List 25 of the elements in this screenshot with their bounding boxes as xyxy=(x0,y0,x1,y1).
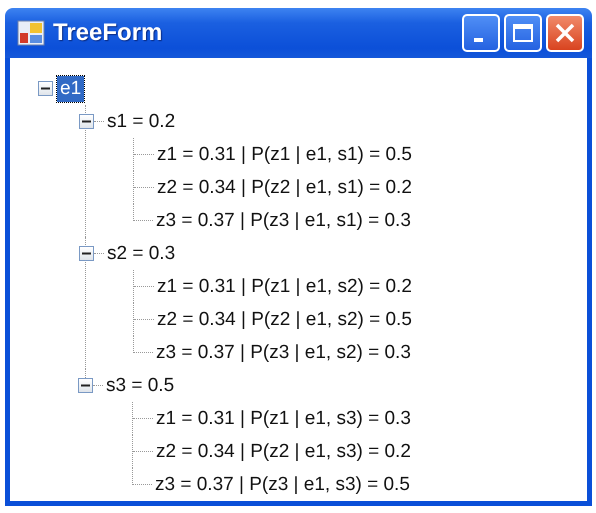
maximize-icon xyxy=(512,23,534,43)
tree-node[interactable]: e1 xyxy=(57,76,84,102)
tree-node[interactable]: s3 = 0.5 xyxy=(103,372,178,398)
close-icon xyxy=(554,22,576,44)
tree-node[interactable]: z1 = 0.31 | P(z1 | e1, s3) = 0.3 xyxy=(153,406,414,432)
maximize-button[interactable] xyxy=(504,14,542,52)
close-button[interactable] xyxy=(546,14,584,52)
tree-node[interactable]: z1 = 0.31 | P(z1 | e1, s2) = 0.2 xyxy=(154,274,415,300)
minimize-button[interactable] xyxy=(462,14,500,52)
collapse-icon[interactable] xyxy=(79,114,94,129)
minimize-icon xyxy=(474,38,482,42)
collapse-icon[interactable] xyxy=(78,378,93,393)
tree-node[interactable]: z2 = 0.34 | P(z2 | e1, s2) = 0.5 xyxy=(154,306,415,332)
collapse-icon[interactable] xyxy=(38,81,53,96)
window-title: TreeForm xyxy=(53,18,162,48)
tree-node[interactable]: z3 = 0.37 | P(z3 | e1, s2) = 0.3 xyxy=(153,340,414,366)
tree-node[interactable]: z2 = 0.34 | P(z2 | e1, s1) = 0.2 xyxy=(154,174,415,200)
tree-node[interactable]: z2 = 0.34 | P(z2 | e1, s3) = 0.2 xyxy=(153,438,414,464)
tree-node[interactable]: s1 = 0.2 xyxy=(104,108,178,134)
tree-node[interactable]: z1 = 0.31 | P(z1 | e1, s1) = 0.5 xyxy=(154,142,415,168)
collapse-icon[interactable] xyxy=(79,246,94,261)
tree-node[interactable]: z3 = 0.37 | P(z3 | e1, s1) = 0.3 xyxy=(153,208,414,234)
app-icon xyxy=(17,20,45,46)
tree-node[interactable]: s2 = 0.3 xyxy=(104,240,178,266)
tree-node[interactable]: z3 = 0.37 | P(z3 | e1, s3) = 0.5 xyxy=(152,472,413,498)
